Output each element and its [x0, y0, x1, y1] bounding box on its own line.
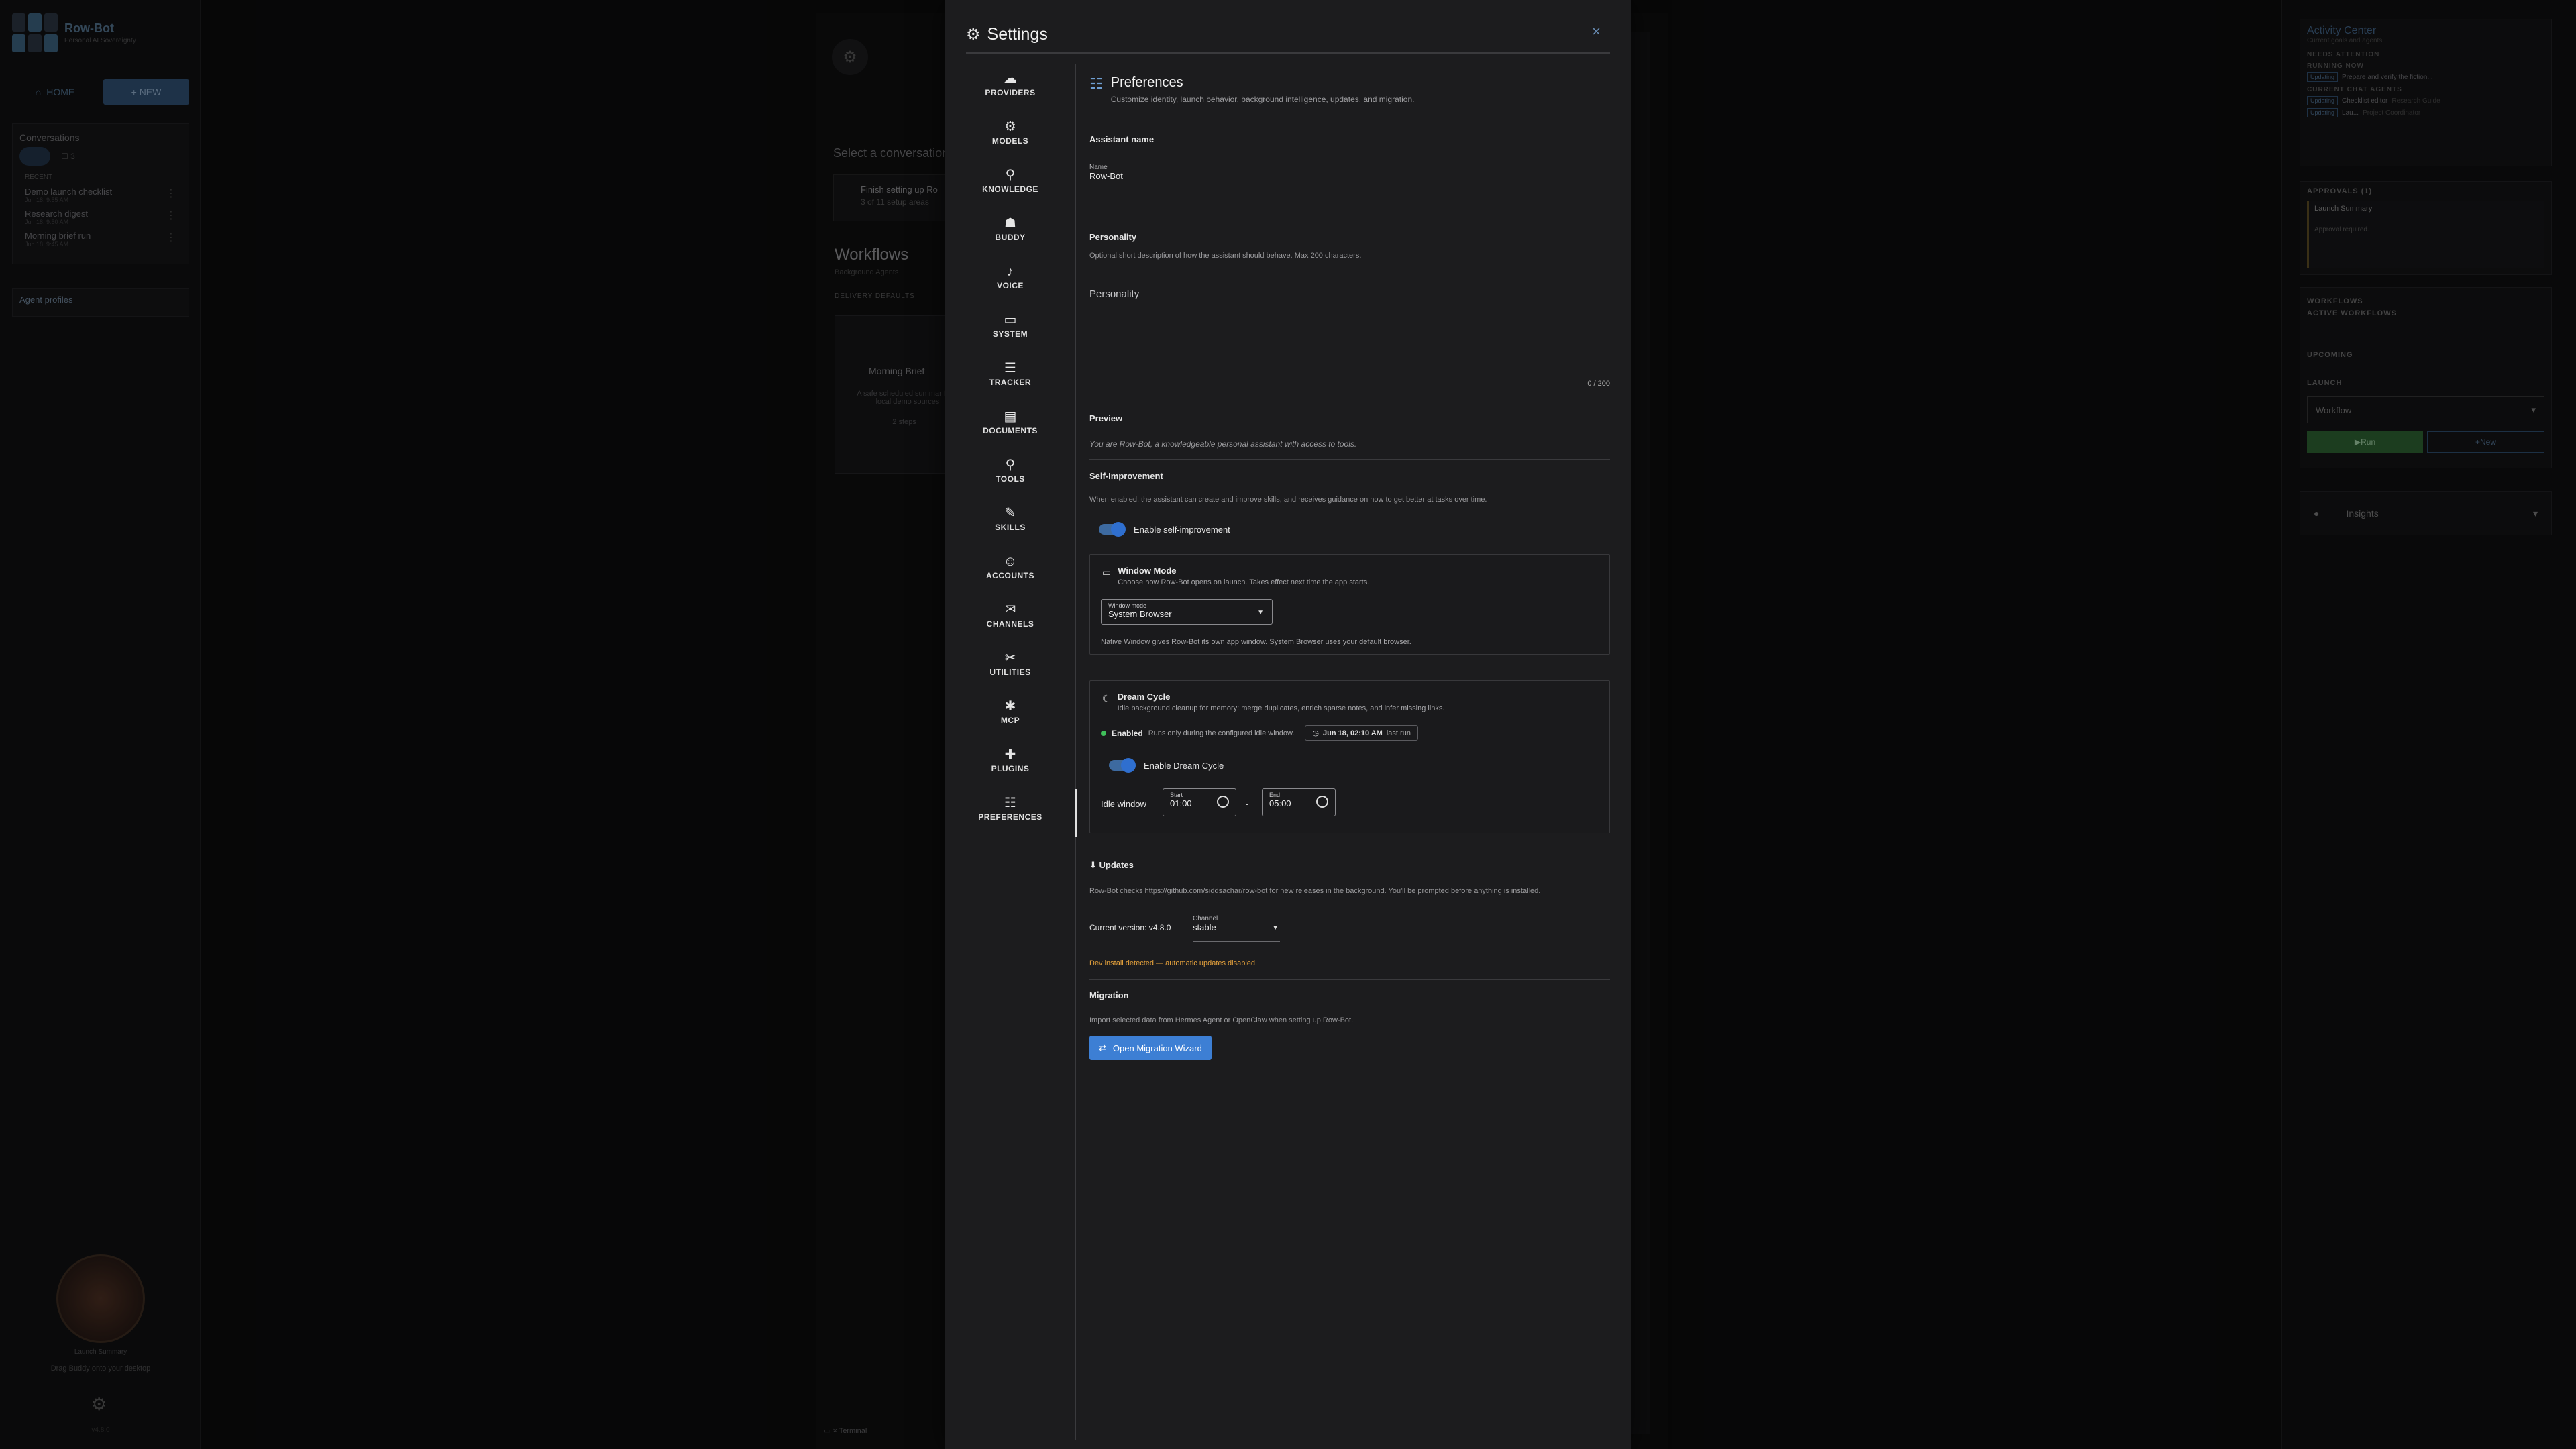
self-improvement-section: Self-Improvement When enabled, the assis…	[1089, 471, 1610, 537]
settings-title: Settings	[987, 24, 1048, 44]
download-icon: ⬇	[1089, 860, 1097, 870]
hub-icon: ✱	[1004, 699, 1016, 714]
nav-system[interactable]: ▭ SYSTEM	[945, 306, 1076, 346]
microphone-icon: ♪	[1007, 264, 1014, 279]
nav-providers[interactable]: ☁ PROVIDERS	[945, 64, 1076, 105]
channel-select[interactable]: Channel stable ▼	[1193, 915, 1280, 942]
divider	[1089, 459, 1610, 460]
personality-textarea[interactable]: Personality	[1089, 276, 1610, 370]
cloud-icon: ☁	[1004, 71, 1017, 86]
preferences-subtitle: Customize identity, launch behavior, bac…	[1110, 95, 1415, 104]
buddy-icon: ☗	[1004, 216, 1016, 231]
wand-icon: ✎	[1004, 506, 1016, 521]
app-root: Row-Bot Personal AI Sovereignty ⌂ HOME +…	[0, 0, 2576, 1449]
preview-section: Preview You are Row-Bot, a knowledgeable…	[1089, 413, 1610, 449]
puzzle-icon: ✚	[1004, 747, 1016, 762]
preview-text: You are Row-Bot, a knowledgeable persona…	[1089, 439, 1357, 449]
nav-tracker[interactable]: ☰ TRACKER	[945, 354, 1076, 394]
nav-mcp[interactable]: ✱ MCP	[945, 692, 1076, 733]
dream-toggle-row[interactable]: Enable Dream Cycle	[1109, 758, 1224, 773]
nav-channels[interactable]: ✉ CHANNELS	[945, 596, 1076, 636]
settings-header: ⚙ Settings ×	[966, 16, 1610, 54]
assistant-name-section: Assistant name	[1089, 134, 1155, 144]
brain-icon: ⚲	[1005, 168, 1016, 182]
nav-documents[interactable]: ▤ DOCUMENTS	[945, 402, 1076, 443]
current-version: Current version: v4.8.0	[1089, 923, 1171, 932]
idle-start-input[interactable]: Start 01:00	[1163, 788, 1236, 816]
wrench-icon: ✂	[1004, 651, 1016, 665]
chevron-down-icon: ▼	[1272, 924, 1279, 932]
self-improvement-toggle-row[interactable]: Enable self-improvement	[1099, 522, 1610, 537]
document-icon: ▤	[1004, 409, 1017, 424]
migration-icon: ⇄	[1099, 1042, 1106, 1053]
dev-install-warning: Dev install detected — automatic updates…	[1089, 959, 1258, 967]
window-mode-select[interactable]: Window mode System Browser ▼	[1101, 599, 1273, 625]
nav-tools[interactable]: ⚲ TOOLS	[945, 451, 1076, 491]
window-mode-card: ▭ Window Mode Choose how Row-Bot opens o…	[1089, 554, 1610, 655]
last-run-badge: ◷ Jun 18, 02:10 AM last run	[1305, 725, 1418, 741]
nav-voice[interactable]: ♪ VOICE	[945, 258, 1076, 298]
self-improvement-toggle[interactable]	[1099, 522, 1126, 537]
close-icon[interactable]: ×	[1592, 23, 1601, 40]
preferences-title: Preferences	[1110, 75, 1183, 90]
preferences-header: ☷ Preferences Customize identity, launch…	[1089, 75, 1414, 104]
people-icon: ☺	[1003, 554, 1018, 569]
nav-buddy[interactable]: ☗ BUDDY	[945, 209, 1076, 250]
idle-end-input[interactable]: End 05:00	[1262, 788, 1336, 816]
nav-utilities[interactable]: ✂ UTILITIES	[945, 644, 1076, 684]
status-dot	[1101, 730, 1106, 736]
nav-preferences[interactable]: ☷ PREFERENCES	[945, 789, 1077, 837]
nav-knowledge[interactable]: ⚲ KNOWLEDGE	[945, 161, 1076, 201]
window-icon: ▭	[1102, 567, 1112, 578]
range-separator: -	[1246, 799, 1249, 809]
nav-accounts[interactable]: ☺ ACCOUNTS	[945, 547, 1076, 588]
nav-skills[interactable]: ✎ SKILLS	[945, 499, 1076, 539]
gear-icon: ⚙	[966, 25, 981, 44]
settings-nav: ☁ PROVIDERS ⚙ MODELS ⚲ KNOWLEDGE ☗ BUDDY ♪ VO…	[945, 64, 1077, 1440]
chevron-down-icon: ▼	[1257, 609, 1264, 616]
name-field[interactable]: Name Row-Bot	[1089, 164, 1261, 193]
dream-cycle-card: ☾ Dream Cycle Idle background cleanup fo…	[1089, 680, 1610, 833]
idle-window-label: Idle window	[1101, 799, 1146, 809]
checklist-icon: ☰	[1004, 361, 1016, 376]
monitor-icon: ▭	[1004, 313, 1017, 327]
personality-counter: 0 / 200	[1587, 380, 1610, 388]
nav-models[interactable]: ⚙ MODELS	[945, 113, 1076, 153]
open-migration-wizard-button[interactable]: ⇄ Open Migration Wizard	[1089, 1036, 1212, 1060]
chat-icon: ✉	[1004, 602, 1016, 617]
moon-icon: ☾	[1102, 693, 1111, 704]
personality-section: Personality Optional short description o…	[1089, 232, 1362, 260]
clock-icon: ◷	[1312, 729, 1319, 737]
clock-icon	[1217, 796, 1229, 808]
robot-icon: ⚙	[1004, 119, 1016, 134]
dream-status-row: Enabled Runs only during the configured …	[1101, 725, 1418, 741]
search-icon: ⚲	[1005, 458, 1016, 472]
dream-cycle-toggle[interactable]	[1109, 758, 1136, 773]
nav-plugins[interactable]: ✚ PLUGINS	[945, 741, 1076, 781]
clock-icon	[1316, 796, 1328, 808]
sliders-icon: ☷	[1004, 796, 1016, 810]
sliders-icon: ☷	[1089, 75, 1103, 92]
settings-modal: ⚙ Settings × ☁ PROVIDERS ⚙ MODELS ⚲ KNOWLED…	[945, 0, 1631, 1449]
updates-section: ⬇ Updates Row-Bot checks https://github.…	[1089, 860, 1541, 895]
divider	[1089, 979, 1610, 980]
migration-section: Migration Import selected data from Herm…	[1089, 990, 1354, 1024]
